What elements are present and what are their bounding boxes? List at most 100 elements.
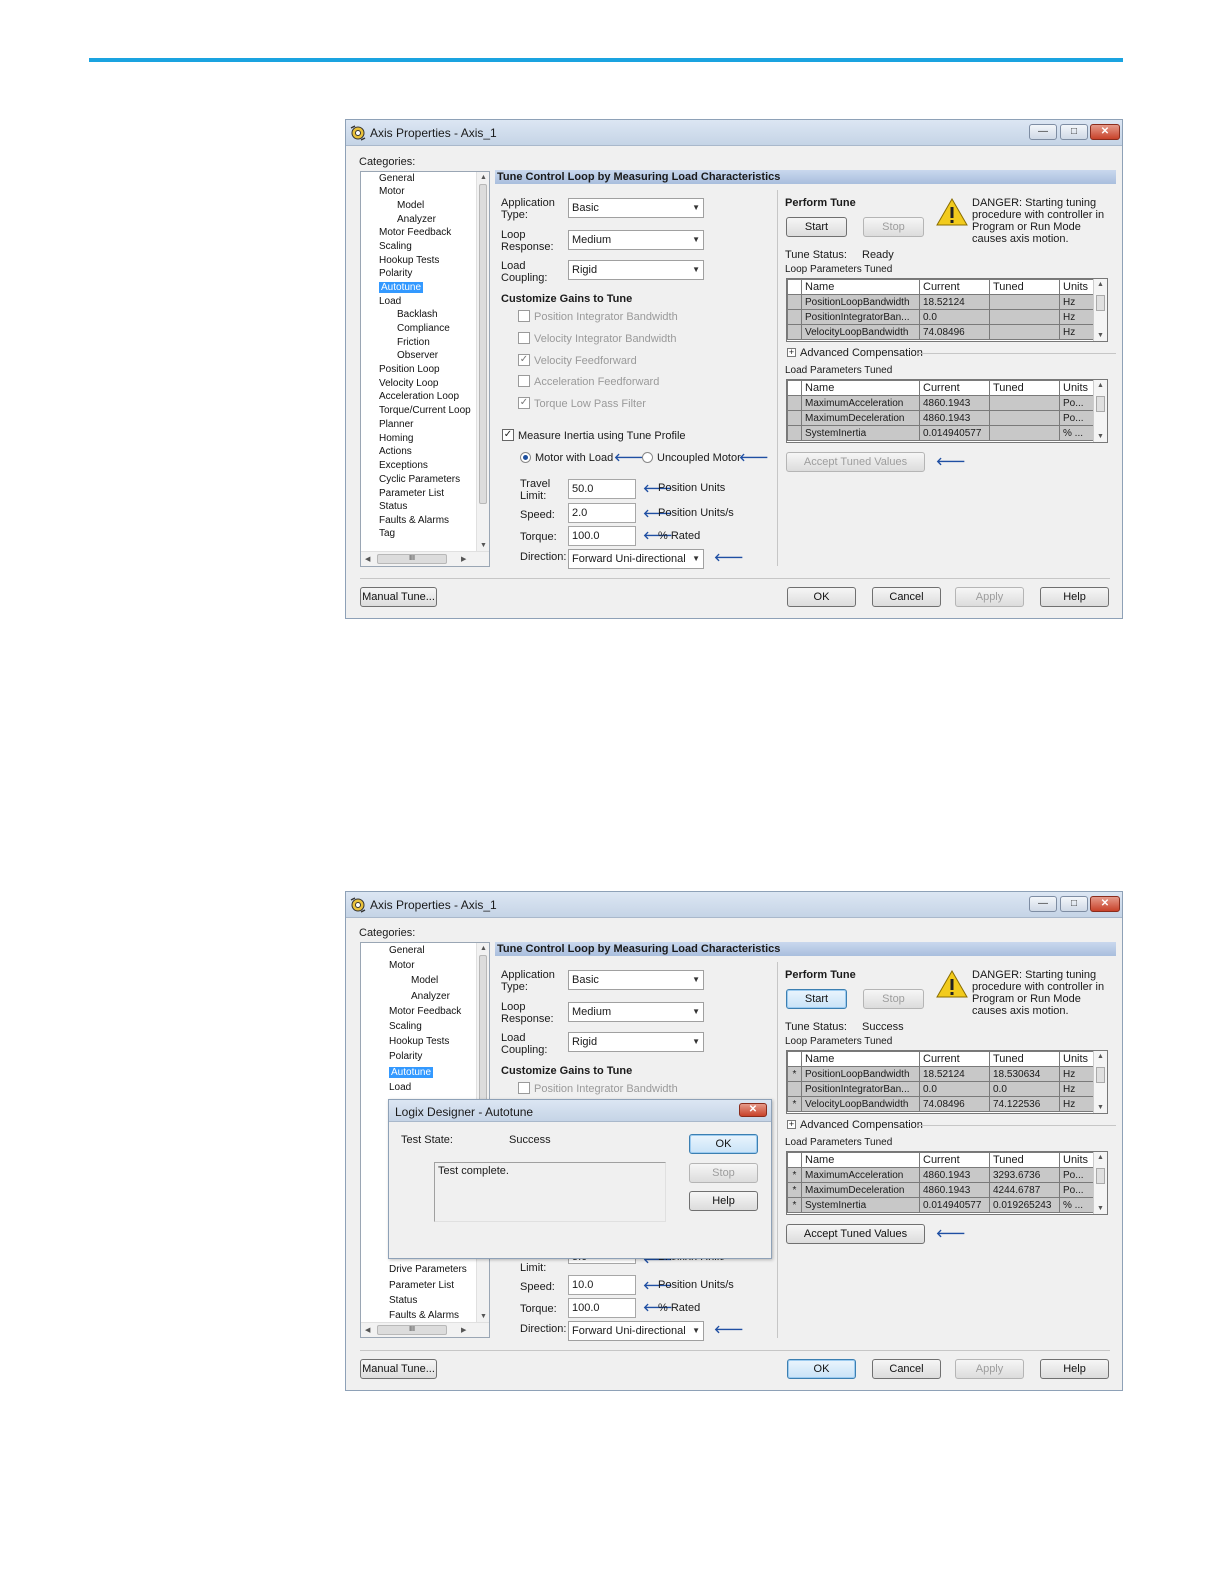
ok-button[interactable]: OK [787,587,856,607]
table-row[interactable]: * VelocityLoopBandwidth 74.08496 74.122536 H… [787,1096,1094,1112]
tree-item[interactable]: Faults & Alarms [389,1310,459,1321]
gain-checkbox[interactable] [518,1082,530,1094]
apply-button[interactable]: Apply [955,587,1024,607]
tree-item[interactable]: Model [411,975,438,986]
table-row[interactable]: MaximumAcceleration 4860.1943 Po... [787,395,1094,411]
accept-tuned-values-button[interactable]: Accept Tuned Values [786,452,925,472]
tree-item[interactable]: Velocity Loop [379,378,439,389]
gain-checkbox[interactable] [518,332,530,344]
tree-item[interactable]: Cyclic Parameters [379,474,460,485]
tree-item[interactable]: Actions [379,446,412,457]
speed-input[interactable]: 10.0 [568,1275,636,1295]
tree-item[interactable]: Acceleration Loop [379,391,459,402]
categories-tree[interactable]: General Motor Model Analyzer Motor Feedback S… [360,171,490,567]
application-type-select[interactable]: Basic ▼ [568,970,704,990]
tree-item[interactable]: General [379,173,415,184]
tree-item[interactable]: Position Loop [379,364,440,375]
table-row[interactable]: MaximumDeceleration 4860.1943 Po... [787,410,1094,426]
load-parameters-grid[interactable]: Name Current Tuned Units MaximumAcceleration… [786,379,1108,443]
loop-parameters-grid[interactable]: Name Current Tuned Units PositionLoopBandwid… [786,278,1108,342]
loop-parameters-grid[interactable]: Name Current Tuned Units * PositionLoopBandwi… [786,1050,1108,1114]
travel-limit-input[interactable]: 50.0 [568,479,636,499]
dialog-close-button[interactable]: ✕ [739,1103,767,1117]
help-button[interactable]: Help [1040,1359,1109,1379]
expand-plus-icon[interactable]: + [787,348,796,357]
maximize-button[interactable]: □ [1060,124,1088,140]
minimize-button[interactable]: — [1029,124,1057,140]
advanced-compensation-label[interactable]: Advanced Compensation [800,347,923,359]
speed-input[interactable]: 2.0 [568,503,636,523]
gain-checkbox[interactable]: ✓ [518,354,530,366]
tree-item[interactable]: Analyzer [411,991,450,1002]
tree-item[interactable]: Status [389,1295,417,1306]
tree-item[interactable]: Load [379,296,401,307]
gain-checkbox[interactable] [518,375,530,387]
load-coupling-select[interactable]: Rigid ▼ [568,1032,704,1052]
start-button[interactable]: Start [786,989,847,1009]
motor-with-load-radio[interactable] [520,452,531,463]
tree-item[interactable]: Motor [389,960,415,971]
tree-item[interactable]: Friction [397,337,430,348]
direction-select[interactable]: Forward Uni-directional ▼ [568,549,704,569]
tree-item[interactable]: Observer [397,350,438,361]
tree-item[interactable]: Hookup Tests [389,1036,449,1047]
tree-item[interactable]: Parameter List [379,488,444,499]
torque-input[interactable]: 100.0 [568,1298,636,1318]
tree-item[interactable]: Faults & Alarms [379,515,449,526]
tree-item[interactable]: Drive Parameters [389,1264,467,1275]
tree-item[interactable]: Backlash [397,309,438,320]
tree-item[interactable]: Status [379,501,407,512]
stop-button[interactable]: Stop [863,989,924,1009]
close-button[interactable]: ✕ [1090,124,1120,140]
gain-checkbox[interactable] [518,310,530,322]
table-row[interactable]: PositionIntegratorBan... 0.0 Hz [787,309,1094,325]
loop-response-select[interactable]: Medium ▼ [568,1002,704,1022]
tree-item[interactable]: Exceptions [379,460,428,471]
tree-item[interactable]: Homing [379,433,413,444]
tree-item[interactable]: Load [389,1082,411,1093]
manual-tune-button[interactable]: Manual Tune... [360,1359,437,1379]
gain-checkbox[interactable]: ✓ [518,397,530,409]
tree-item[interactable]: Motor Feedback [379,227,451,238]
table-row[interactable]: * PositionLoopBandwidth 18.52124 18.530634 H… [787,1066,1094,1082]
load-parameters-grid[interactable]: Name Current Tuned Units * MaximumAcceleratio… [786,1151,1108,1215]
cancel-button[interactable]: Cancel [872,1359,941,1379]
minimize-button[interactable]: — [1029,896,1057,912]
torque-input[interactable]: 100.0 [568,526,636,546]
apply-button[interactable]: Apply [955,1359,1024,1379]
tree-item[interactable]: Autotune [379,282,424,293]
maximize-button[interactable]: □ [1060,896,1088,912]
tree-item[interactable]: Polarity [389,1051,422,1062]
loop-response-select[interactable]: Medium ▼ [568,230,704,250]
tree-item[interactable]: Motor [379,186,405,197]
load-coupling-select[interactable]: Rigid ▼ [568,260,704,280]
tree-item[interactable]: Scaling [389,1021,422,1032]
advanced-compensation-label[interactable]: Advanced Compensation [800,1119,923,1131]
tree-item[interactable]: Autotune [389,1067,434,1078]
tree-item[interactable]: Parameter List [389,1280,454,1291]
tree-item[interactable]: Torque/Current Loop [379,405,471,416]
tree-item[interactable]: Planner [379,419,413,430]
table-row[interactable]: * MaximumDeceleration 4860.1943 4244.6787 Po… [787,1182,1094,1198]
expand-plus-icon[interactable]: + [787,1120,796,1129]
table-row[interactable]: * MaximumAcceleration 4860.1943 3293.6736 Po… [787,1167,1094,1183]
tree-item[interactable]: Compliance [397,323,450,334]
start-button[interactable]: Start [786,217,847,237]
table-row[interactable]: * SystemInertia 0.014940577 0.019265243% ..… [787,1197,1094,1213]
table-row[interactable]: PositionIntegratorBan... 0.0 0.0 Hz [787,1081,1094,1097]
ok-button[interactable]: OK [787,1359,856,1379]
table-row[interactable]: PositionLoopBandwidth 18.52124 Hz [787,294,1094,310]
tree-item[interactable]: Analyzer [397,214,436,225]
stop-button[interactable]: Stop [863,217,924,237]
dialog-ok-button[interactable]: OK [689,1134,758,1154]
tree-item[interactable]: General [389,945,425,956]
tree-item[interactable]: Motor Feedback [389,1006,461,1017]
help-button[interactable]: Help [1040,587,1109,607]
application-type-select[interactable]: Basic ▼ [568,198,704,218]
tree-item[interactable]: Scaling [379,241,412,252]
close-button[interactable]: ✕ [1090,896,1120,912]
accept-tuned-values-button[interactable]: Accept Tuned Values [786,1224,925,1244]
tree-item[interactable]: Polarity [379,268,412,279]
tree-horizontal-scrollbar[interactable]: ◀ III ▶ [361,1322,489,1337]
dialog-stop-button[interactable]: Stop [689,1163,758,1183]
